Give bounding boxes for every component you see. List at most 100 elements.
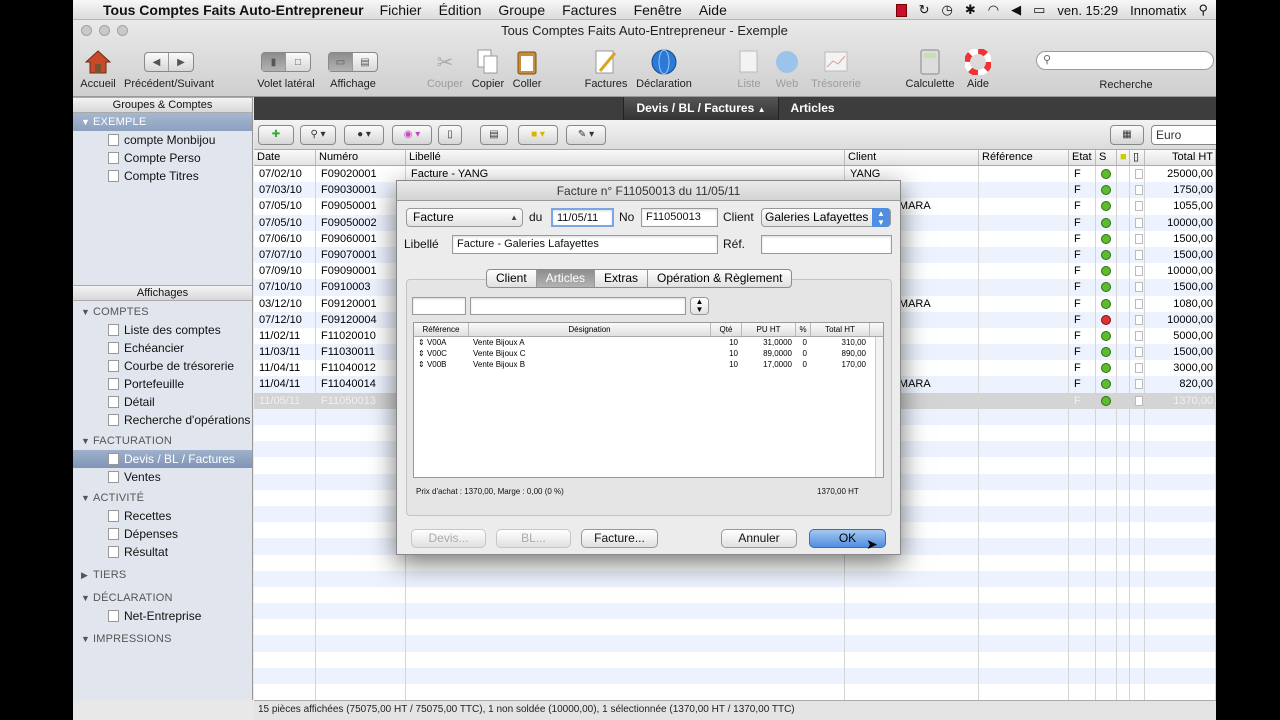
col-doc[interactable]: ▯: [1130, 150, 1145, 165]
col-note[interactable]: ■: [1117, 150, 1130, 165]
col-date[interactable]: Date: [254, 150, 316, 165]
col-s[interactable]: S: [1096, 150, 1117, 165]
folder-menu-button[interactable]: ■ ▾: [518, 125, 558, 145]
disclosure-icon[interactable]: ▼: [81, 113, 93, 131]
add-button[interactable]: ✚: [258, 125, 294, 145]
aide-button[interactable]: Aide: [961, 48, 995, 90]
wifi-icon[interactable]: ◠: [988, 2, 999, 18]
view-depenses[interactable]: Dépenses: [73, 525, 252, 543]
icol-pct[interactable]: %: [796, 323, 811, 336]
col-libelle[interactable]: Libellé: [406, 150, 845, 165]
client-menu-button[interactable]: ● ▾: [344, 125, 384, 145]
disclosure-icon[interactable]: ▼: [81, 303, 93, 321]
sidebar-off-icon[interactable]: □: [286, 53, 310, 71]
color-menu-button[interactable]: ◉ ▾: [392, 125, 432, 145]
nav-segment[interactable]: ◀ ▶: [144, 52, 194, 72]
drag-handle-icon[interactable]: ⇕: [418, 360, 427, 369]
item-row[interactable]: ⇕ V00C Vente Bijoux C 10 89,0000 0 890,00: [414, 348, 883, 359]
icol-ref[interactable]: Référence: [414, 323, 469, 336]
tab-devis-factures[interactable]: Devis / BL / Factures ▲: [623, 97, 778, 120]
col-reference[interactable]: Référence: [979, 150, 1069, 165]
article-ref-input[interactable]: [412, 297, 466, 315]
account-monbijou[interactable]: compte Monbijou: [73, 131, 252, 149]
item-row[interactable]: ⇕ V00B Vente Bijoux B 10 17,0000 0 170,00: [414, 359, 883, 370]
clock[interactable]: ven. 15:29: [1057, 3, 1118, 18]
facture-button[interactable]: Facture...: [581, 529, 658, 548]
doc-type-select[interactable]: Facture ▲: [406, 208, 523, 227]
dtab-extras[interactable]: Extras: [595, 270, 649, 287]
group-exemple[interactable]: ▼ EXEMPLE: [73, 113, 252, 131]
edit-menu-button[interactable]: ✎ ▾: [566, 125, 606, 145]
section-tiers[interactable]: ▶ TIERS: [73, 566, 252, 584]
view-ventes[interactable]: Ventes: [73, 468, 252, 486]
copier-button[interactable]: Copier: [467, 48, 509, 90]
section-facturation[interactable]: ▼ FACTURATION: [73, 432, 252, 450]
menu-edition[interactable]: Édition: [439, 2, 482, 18]
icol-total[interactable]: Total HT: [811, 323, 870, 336]
col-client[interactable]: Client: [845, 150, 979, 165]
drag-handle-icon[interactable]: ⇕: [418, 338, 427, 347]
time-machine-icon[interactable]: ◷: [941, 2, 952, 18]
item-row[interactable]: ⇕ V00A Vente Bijoux A 10 31,0000 0 310,00: [414, 337, 883, 348]
col-numero[interactable]: Numéro: [316, 150, 406, 165]
menu-aide[interactable]: Aide: [699, 2, 727, 18]
battery-icon[interactable]: ▭: [1033, 2, 1045, 18]
section-activite[interactable]: ▼ ACTIVITÉ: [73, 489, 252, 507]
section-declaration[interactable]: ▼ DÉCLARATION: [73, 589, 252, 607]
article-designation-input[interactable]: [470, 297, 686, 315]
menu-factures[interactable]: Factures: [562, 2, 616, 18]
print-button[interactable]: ▤: [480, 125, 508, 145]
dtab-operation[interactable]: Opération & Règlement: [648, 270, 791, 287]
forward-icon[interactable]: ▶: [169, 53, 193, 71]
currency-select[interactable]: Euro: [1151, 125, 1216, 145]
user-menu[interactable]: Innomatix: [1130, 3, 1186, 18]
menu-fenetre[interactable]: Fenêtre: [634, 2, 682, 18]
ref-field[interactable]: [761, 235, 892, 254]
search-menu-button[interactable]: ⚲ ▾: [300, 125, 336, 145]
devis-button[interactable]: Devis...: [411, 529, 486, 548]
factures-button[interactable]: Factures: [583, 48, 629, 90]
drag-handle-icon[interactable]: ⇕: [418, 349, 427, 358]
disclosure-icon[interactable]: ▼: [81, 432, 93, 450]
sync-icon[interactable]: ↻: [919, 2, 930, 18]
sidebar-on-icon[interactable]: ▮: [262, 53, 286, 71]
icol-pu[interactable]: PU HT: [742, 323, 796, 336]
spotlight-icon[interactable]: ⚲: [1198, 2, 1208, 18]
client-select[interactable]: Galeries Lafayettes ▲ ▼: [761, 208, 891, 227]
view-devis-factures[interactable]: Devis / BL / Factures: [73, 450, 252, 468]
search-field[interactable]: ⚲: [1036, 51, 1214, 70]
disclosure-icon[interactable]: ▼: [81, 589, 93, 607]
disclosure-icon[interactable]: ▼: [81, 630, 93, 648]
section-impressions[interactable]: ▼ IMPRESSIONS: [73, 630, 252, 648]
tresorerie-button[interactable]: Trésorerie: [807, 48, 865, 90]
bl-button[interactable]: BL...: [496, 529, 571, 548]
article-stepper[interactable]: ▲ ▼: [690, 297, 709, 315]
affichage-button[interactable]: ▭ ▤ Affichage: [326, 48, 380, 90]
view-list-icon[interactable]: ▭: [329, 53, 353, 71]
declaration-button[interactable]: Déclaration: [633, 48, 695, 90]
items-scrollbar[interactable]: [875, 337, 883, 477]
view-detail[interactable]: Détail: [73, 393, 252, 411]
app-menu[interactable]: Tous Comptes Faits Auto-Entrepreneur: [103, 2, 364, 18]
disclosure-icon[interactable]: ▼: [81, 489, 93, 507]
precedent-suivant-button[interactable]: ◀ ▶ Précédent/Suivant: [123, 48, 215, 90]
view-liste-comptes[interactable]: Liste des comptes: [73, 321, 252, 339]
annuler-button[interactable]: Annuler: [721, 529, 797, 548]
tab-articles[interactable]: Articles: [777, 97, 847, 120]
back-icon[interactable]: ◀: [145, 53, 169, 71]
coller-button[interactable]: Coller: [509, 48, 545, 90]
col-etat[interactable]: Etat: [1069, 150, 1096, 165]
view-courbe[interactable]: Courbe de trésorerie: [73, 357, 252, 375]
new-doc-button[interactable]: ▯: [438, 125, 462, 145]
account-perso[interactable]: Compte Perso: [73, 149, 252, 167]
date-field[interactable]: 11/05/11: [551, 208, 614, 227]
dtab-client[interactable]: Client: [487, 270, 537, 287]
volet-lateral-button[interactable]: ▮ □ Volet latéral: [255, 48, 317, 90]
disclosure-right-icon[interactable]: ▶: [81, 566, 93, 584]
accueil-button[interactable]: Accueil: [79, 48, 117, 90]
view-recherche[interactable]: Recherche d'opérations: [73, 411, 252, 429]
col-total[interactable]: Total HT: [1145, 150, 1216, 165]
number-field[interactable]: F11050013: [641, 208, 718, 227]
view-echeancier[interactable]: Echéancier: [73, 339, 252, 357]
menu-fichier[interactable]: Fichier: [380, 2, 422, 18]
